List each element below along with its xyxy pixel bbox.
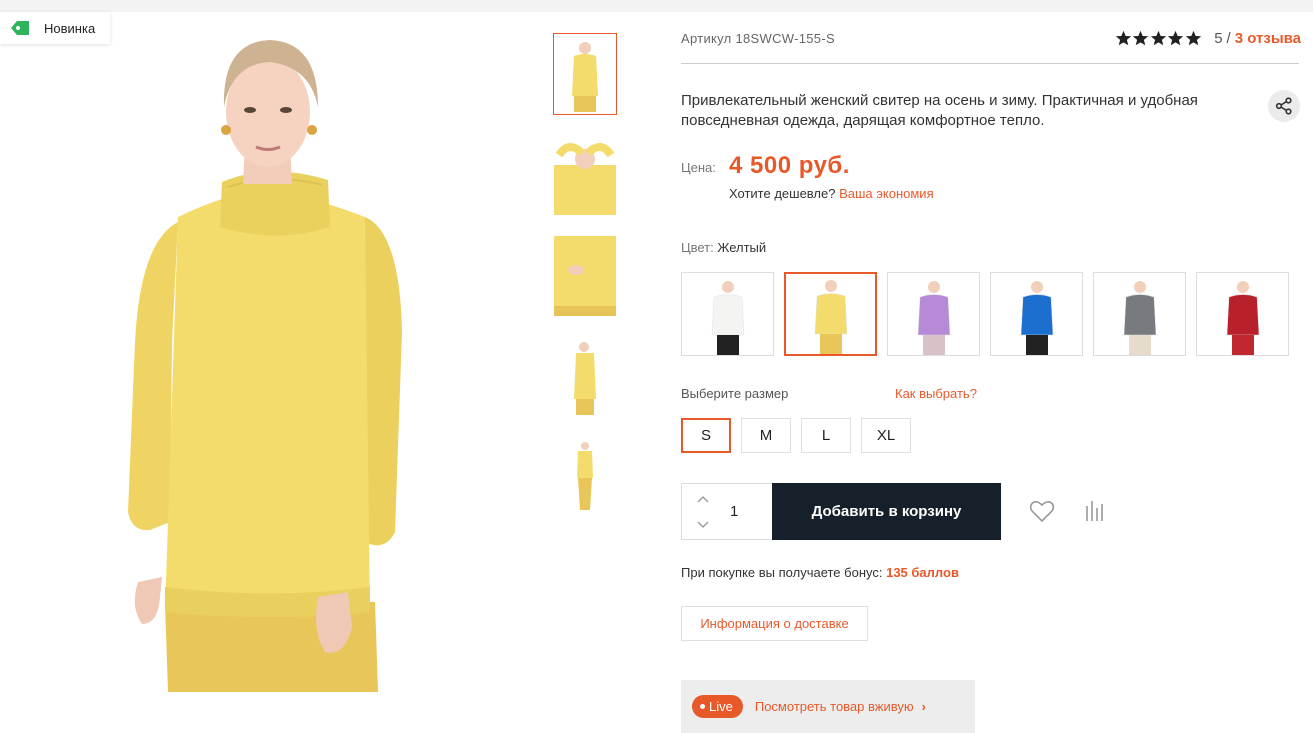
rating-score: 5 (1214, 30, 1223, 47)
chevron-right-icon: › (921, 699, 926, 714)
reviews-link[interactable]: 3 отзыва (1235, 30, 1301, 47)
thumbnail-5[interactable] (553, 437, 617, 519)
thumbnail-2[interactable] (553, 134, 617, 216)
live-badge-label: Live (709, 699, 733, 714)
live-badge: Live (692, 695, 743, 718)
color-label-text: Цвет: (681, 240, 714, 255)
color-swatch-yellow[interactable] (784, 272, 877, 356)
top-strip (0, 0, 1313, 12)
color-value: Желтый (717, 240, 767, 255)
divider (681, 63, 1299, 64)
product-price: 4 500 руб. (729, 152, 850, 179)
quantity-value[interactable]: 1 (730, 503, 738, 520)
model-thumbnail (1226, 281, 1259, 355)
model-thumbnail (711, 281, 744, 355)
product-main-image[interactable] (0, 12, 525, 692)
thumbnail-3[interactable] (553, 235, 617, 317)
share-button[interactable] (1268, 90, 1300, 122)
cheaper-offer: Хотите дешевле? Ваша экономия (729, 186, 934, 201)
color-label: Цвет: Желтый (681, 240, 766, 255)
thumbnail-list (553, 33, 617, 538)
quantity-stepper: 1 (681, 483, 773, 540)
price-label: Цена: (681, 160, 716, 175)
tag-icon (11, 21, 29, 35)
compare-icon[interactable] (1084, 499, 1106, 523)
model-thumbnail (814, 280, 847, 354)
new-badge: Новинка (0, 12, 110, 44)
size-option-m[interactable]: M (741, 418, 791, 453)
cheaper-text: Хотите дешевле? (729, 186, 836, 201)
rating-stars (1115, 30, 1203, 47)
bonus-value: 135 баллов (886, 565, 959, 580)
bonus-info: При покупке вы получаете бонус: 135 балл… (681, 565, 959, 580)
product-rating: 5 / 3 отзыва (1115, 30, 1301, 47)
add-to-cart-button[interactable]: Добавить в корзину (772, 483, 1001, 540)
color-swatch-white[interactable] (681, 272, 774, 356)
product-description: Привлекательный женский свитер на осень … (681, 92, 1198, 129)
star-icon (1115, 30, 1131, 46)
size-option-l[interactable]: L (801, 418, 851, 453)
live-view-text: Посмотреть товар вживую (754, 699, 914, 714)
size-guide-link[interactable]: Как выбрать? (895, 386, 977, 401)
thumbnail-4[interactable] (553, 336, 617, 418)
product-sku: Артикул 18SWCW-155-S (681, 31, 835, 46)
live-dot (700, 704, 705, 709)
star-icon (1133, 30, 1149, 46)
size-options: S M L XL (681, 418, 921, 453)
model-thumbnail (1123, 281, 1156, 355)
color-swatch-blue[interactable] (990, 272, 1083, 356)
color-swatches (681, 272, 1299, 356)
star-icon (1168, 30, 1184, 46)
delivery-info-button[interactable]: Информация о доставке (681, 606, 868, 641)
color-swatch-lilac[interactable] (887, 272, 980, 356)
color-swatch-red[interactable] (1196, 272, 1289, 356)
heart-icon[interactable] (1028, 497, 1056, 525)
share-icon (1275, 97, 1292, 115)
new-badge-label: Новинка (44, 20, 96, 36)
size-option-xl[interactable]: XL (861, 418, 911, 453)
chevron-down-icon[interactable] (696, 517, 710, 531)
size-label: Выберите размер (681, 386, 789, 401)
color-swatch-grey[interactable] (1093, 272, 1186, 356)
star-icon (1150, 30, 1166, 46)
savings-link[interactable]: Ваша экономия (839, 186, 934, 201)
star-icon (1185, 30, 1201, 46)
live-view-banner[interactable]: Live Посмотреть товар вживую › (681, 680, 975, 733)
model-thumbnail (917, 281, 950, 355)
size-option-s[interactable]: S (681, 418, 731, 453)
thumbnail-1[interactable] (553, 33, 617, 115)
rating-separator: / (1226, 30, 1231, 47)
chevron-up-icon[interactable] (696, 493, 710, 507)
model-thumbnail (1020, 281, 1053, 355)
bonus-text: При покупке вы получаете бонус: (681, 565, 883, 580)
